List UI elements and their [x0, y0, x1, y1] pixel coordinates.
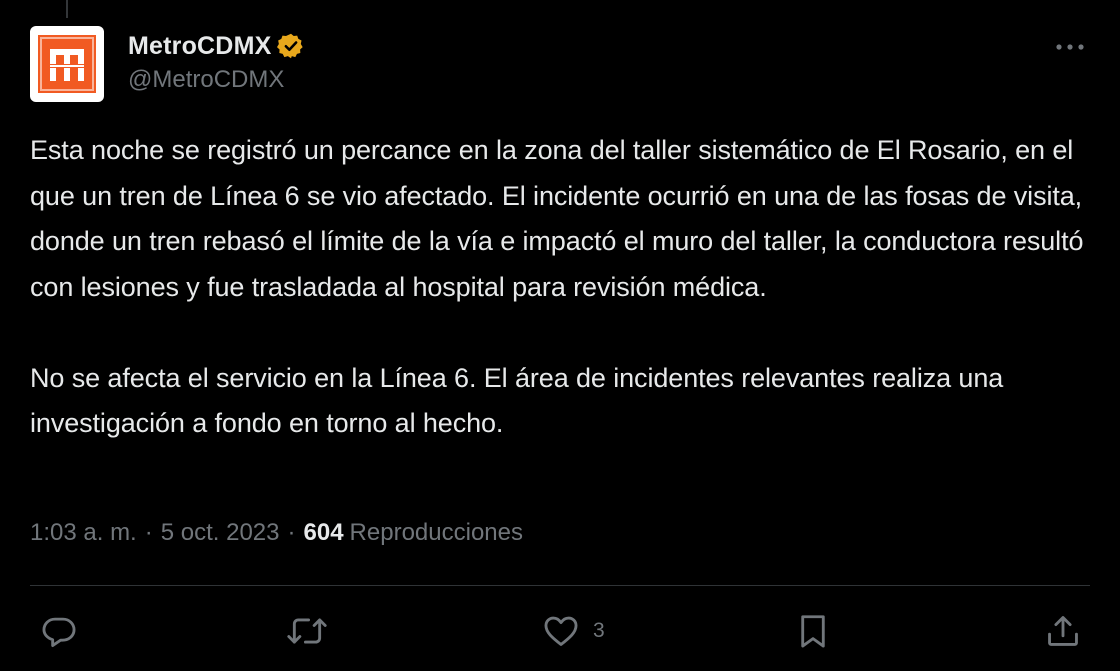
views-count: 604 — [303, 519, 344, 546]
like-icon — [544, 616, 578, 646]
action-bar: 3 — [0, 603, 1120, 659]
bookmark-icon — [801, 615, 825, 648]
tweet-time[interactable]: 1:03 a. m. — [30, 519, 137, 547]
reply-button[interactable] — [40, 603, 78, 659]
like-count: 3 — [593, 619, 605, 642]
user-handle[interactable]: @MetroCDMX — [128, 66, 305, 94]
tweet-header: MetroCDMX @MetroCDMX — [30, 26, 1090, 102]
more-options-button[interactable] — [1050, 32, 1090, 62]
meta-separator: · — [144, 519, 153, 546]
thread-connector-line — [66, 0, 68, 18]
avatar[interactable] — [30, 26, 104, 102]
divider — [30, 585, 1090, 586]
more-dots-icon — [1056, 44, 1084, 50]
share-icon — [1048, 616, 1078, 646]
bookmark-button[interactable] — [796, 603, 830, 659]
display-name-row: MetroCDMX — [128, 30, 305, 62]
verified-badge-icon[interactable] — [277, 32, 305, 60]
like-button[interactable]: 3 — [541, 603, 605, 659]
retweet-button[interactable] — [286, 603, 328, 659]
reply-icon — [42, 617, 76, 647]
display-name[interactable]: MetroCDMX — [128, 32, 271, 61]
retweet-icon — [287, 618, 327, 644]
tweet-text: Esta noche se registró un percance en la… — [30, 135, 1084, 438]
share-button[interactable] — [1044, 603, 1082, 659]
tweet-meta: 1:03 a. m. · 5 oct. 2023 · 604 Reproducc… — [30, 519, 523, 547]
user-names: MetroCDMX @MetroCDMX — [128, 30, 305, 94]
views-label: Reproducciones — [349, 519, 523, 546]
tweet-date[interactable]: 5 oct. 2023 — [161, 519, 280, 547]
metro-logo-icon — [38, 35, 96, 93]
meta-separator: · — [287, 519, 296, 546]
